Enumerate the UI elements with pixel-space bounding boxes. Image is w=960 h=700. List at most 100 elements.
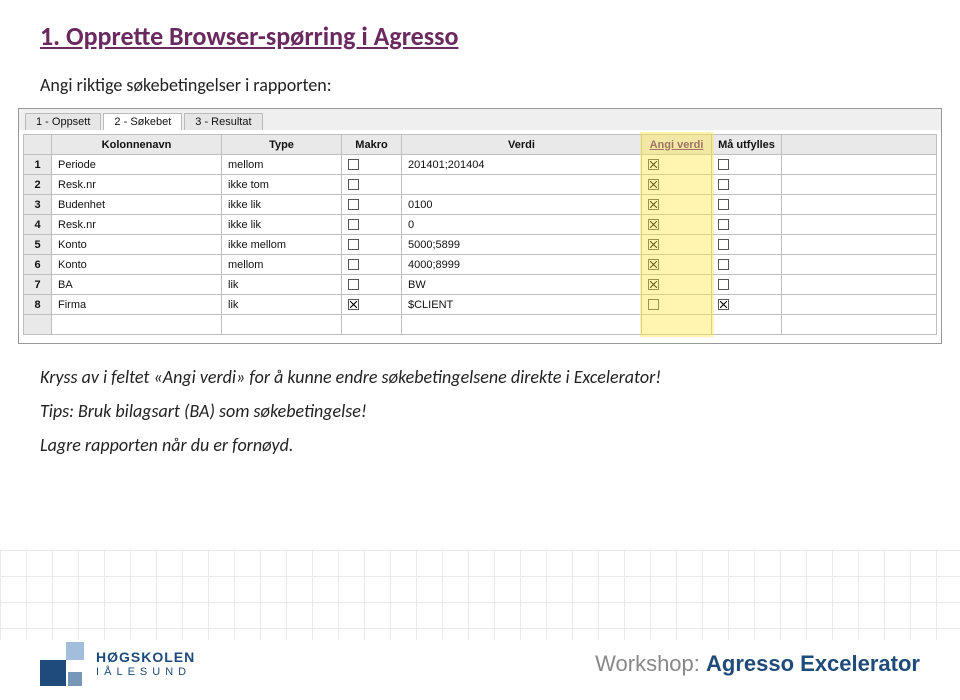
checkbox-maa-utfylles[interactable] [718, 299, 729, 310]
row-number: 8 [24, 295, 52, 315]
table-row[interactable]: 2Resk.nrikke tom [24, 175, 937, 195]
checkbox-angi-verdi[interactable] [648, 279, 659, 290]
checkbox-makro[interactable] [348, 199, 359, 210]
row-number: 1 [24, 155, 52, 175]
cell-makro [342, 195, 402, 215]
logo-line2: I ÅLESUND [96, 666, 191, 678]
cell-maa-utfylles [712, 295, 782, 315]
checkbox-makro[interactable] [348, 239, 359, 250]
empty-cell [24, 315, 52, 335]
cell-makro [342, 235, 402, 255]
footer: HØGSKOLEN I ÅLESUND Workshop: Agresso Ex… [0, 642, 960, 686]
tab-sokebet[interactable]: 2 - Søkebet [103, 113, 182, 130]
table-row[interactable]: 4Resk.nrikke lik0 [24, 215, 937, 235]
cell-kolonnenavn[interactable]: Budenhet [52, 195, 222, 215]
checkbox-maa-utfylles[interactable] [718, 179, 729, 190]
checkbox-makro[interactable] [348, 279, 359, 290]
cell-angi-verdi [642, 195, 712, 215]
checkbox-maa-utfylles[interactable] [718, 279, 729, 290]
cell-maa-utfylles [712, 215, 782, 235]
checkbox-makro[interactable] [348, 219, 359, 230]
cell-type[interactable]: ikke lik [222, 215, 342, 235]
cell-tail [782, 275, 937, 295]
cell-kolonnenavn[interactable]: Konto [52, 255, 222, 275]
checkbox-angi-verdi[interactable] [648, 239, 659, 250]
cell-angi-verdi [642, 295, 712, 315]
cell-type[interactable]: lik [222, 275, 342, 295]
table-row[interactable]: 6Kontomellom4000;8999 [24, 255, 937, 275]
grid-container: Kolonnenavn Type Makro Verdi Angi verdi … [19, 130, 941, 343]
cell-verdi[interactable]: 0100 [402, 195, 642, 215]
table-row[interactable]: 3Budenhetikke lik0100 [24, 195, 937, 215]
cell-kolonnenavn[interactable]: Firma [52, 295, 222, 315]
row-number: 2 [24, 175, 52, 195]
cell-tail [782, 255, 937, 275]
cell-type[interactable]: lik [222, 295, 342, 315]
checkbox-maa-utfylles[interactable] [718, 159, 729, 170]
cell-verdi[interactable]: $CLIENT [402, 295, 642, 315]
checkbox-maa-utfylles[interactable] [718, 239, 729, 250]
cell-type[interactable]: mellom [222, 155, 342, 175]
checkbox-maa-utfylles[interactable] [718, 199, 729, 210]
empty-cell [52, 315, 222, 335]
cell-angi-verdi [642, 255, 712, 275]
checkbox-makro[interactable] [348, 299, 359, 310]
cell-tail [782, 235, 937, 255]
cell-maa-utfylles [712, 175, 782, 195]
tab-resultat[interactable]: 3 - Resultat [184, 113, 262, 130]
cell-verdi[interactable]: 201401;201404 [402, 155, 642, 175]
note-angi-verdi: Kryss av i feltet «Angi verdi» for å kun… [40, 366, 920, 388]
cell-kolonnenavn[interactable]: Periode [52, 155, 222, 175]
cell-verdi[interactable]: 5000;5899 [402, 235, 642, 255]
table-row[interactable]: 5Kontoikke mellom5000;5899 [24, 235, 937, 255]
cell-type[interactable]: ikke mellom [222, 235, 342, 255]
checkbox-maa-utfylles[interactable] [718, 259, 729, 270]
checkbox-angi-verdi[interactable] [648, 259, 659, 270]
checkbox-maa-utfylles[interactable] [718, 219, 729, 230]
cell-type[interactable]: mellom [222, 255, 342, 275]
checkbox-angi-verdi[interactable] [648, 199, 659, 210]
empty-cell [712, 315, 782, 335]
cell-verdi[interactable]: BW [402, 275, 642, 295]
header-verdi: Verdi [402, 135, 642, 155]
checkbox-angi-verdi[interactable] [648, 219, 659, 230]
checkbox-makro[interactable] [348, 159, 359, 170]
cell-verdi[interactable]: 0 [402, 215, 642, 235]
cell-tail [782, 155, 937, 175]
table-row[interactable]: 8Firmalik $CLIENT [24, 295, 937, 315]
cell-maa-utfylles [712, 235, 782, 255]
cell-kolonnenavn[interactable]: BA [52, 275, 222, 295]
cell-angi-verdi [642, 235, 712, 255]
row-number: 7 [24, 275, 52, 295]
slide-body: 1. Opprette Browser-spørring i Agresso A… [0, 0, 960, 456]
table-row[interactable]: 7BAlik BW [24, 275, 937, 295]
note-bilagsart: Tips: Bruk bilagsart (BA) som søkebeting… [40, 400, 920, 422]
cell-verdi[interactable] [402, 175, 642, 195]
tab-oppsett[interactable]: 1 - Oppsett [25, 113, 101, 130]
checkbox-angi-verdi[interactable] [648, 179, 659, 190]
checkbox-makro[interactable] [348, 179, 359, 190]
checkbox-angi-verdi[interactable] [648, 159, 659, 170]
empty-cell [342, 315, 402, 335]
cell-tail [782, 195, 937, 215]
cell-type[interactable]: ikke tom [222, 175, 342, 195]
cell-verdi[interactable]: 4000;8999 [402, 255, 642, 275]
header-blank [24, 135, 52, 155]
conditions-table: Kolonnenavn Type Makro Verdi Angi verdi … [23, 134, 937, 335]
cell-kolonnenavn[interactable]: Resk.nr [52, 215, 222, 235]
page-title: 1. Opprette Browser-spørring i Agresso [40, 20, 920, 52]
workshop-product: Agresso Excelerator [706, 651, 920, 676]
cell-type[interactable]: ikke lik [222, 195, 342, 215]
cell-kolonnenavn[interactable]: Konto [52, 235, 222, 255]
workshop-prefix: Workshop: [595, 651, 706, 676]
table-row[interactable]: 1Periodemellom 201401;201404 [24, 155, 937, 175]
cell-angi-verdi [642, 155, 712, 175]
cell-kolonnenavn[interactable]: Resk.nr [52, 175, 222, 195]
empty-cell [782, 315, 937, 335]
header-tail [782, 135, 937, 155]
cell-makro [342, 215, 402, 235]
header-angi-verdi: Angi verdi [642, 135, 712, 155]
agresso-screenshot: 1 - Oppsett 2 - Søkebet 3 - Resultat Kol… [18, 108, 942, 344]
checkbox-makro[interactable] [348, 259, 359, 270]
checkbox-angi-verdi[interactable] [648, 299, 659, 310]
